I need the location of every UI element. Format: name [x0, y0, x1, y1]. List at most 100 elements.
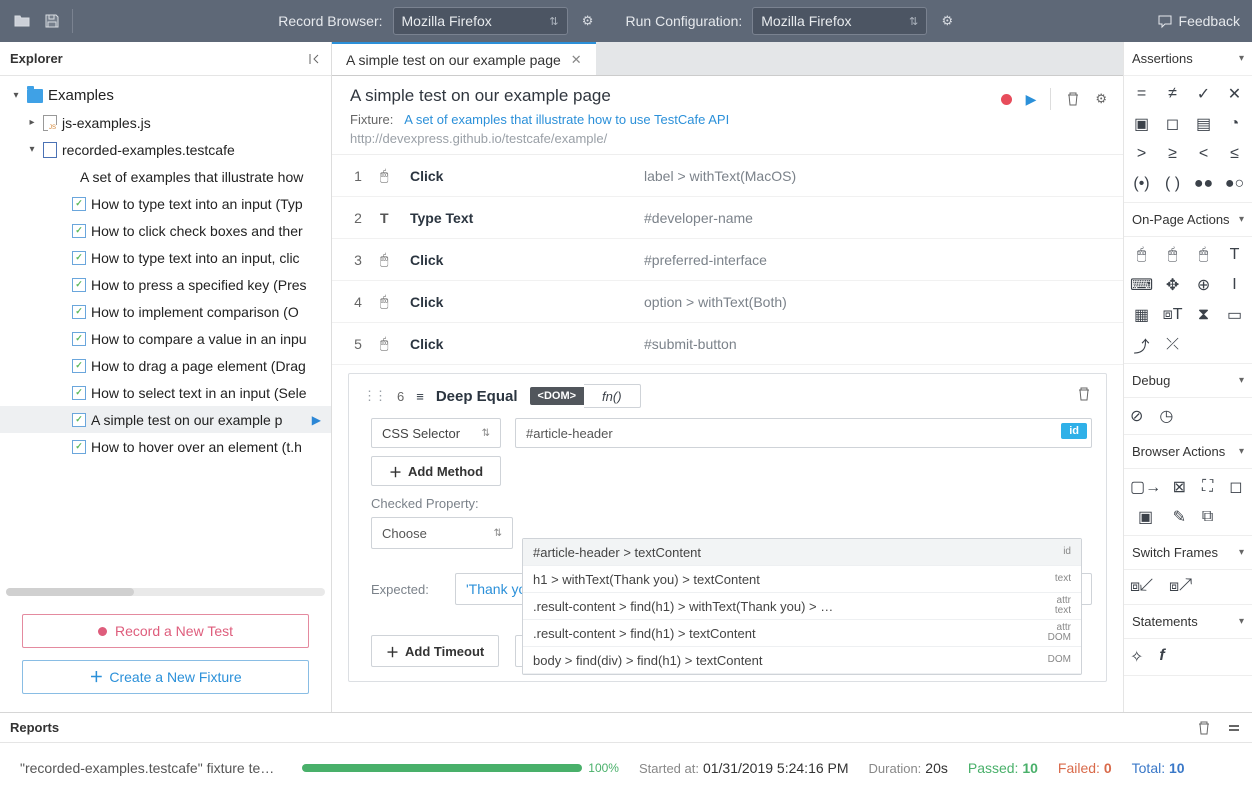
- collapse-left-icon[interactable]: [307, 52, 321, 66]
- fixture-link[interactable]: A set of examples that illustrate how to…: [404, 112, 729, 127]
- select-text-icon[interactable]: I: [1223, 275, 1246, 295]
- switch-to-iframe-icon[interactable]: ⧈↙: [1130, 578, 1153, 596]
- navigate-icon[interactable]: ▢→: [1130, 477, 1161, 497]
- not-typeof-icon[interactable]: ●○: [1223, 174, 1246, 194]
- chevron-down-icon[interactable]: ▾: [26, 144, 38, 155]
- close-icon[interactable]: ✕: [571, 52, 582, 68]
- suggestion-item[interactable]: .result-content > find(h1) > withText(Th…: [523, 593, 1081, 620]
- match-icon[interactable]: ▤: [1192, 114, 1215, 134]
- play-icon[interactable]: ▶: [312, 413, 321, 427]
- suggestion-item[interactable]: #article-header > textContentid: [523, 539, 1081, 566]
- editor-tab[interactable]: A simple test on our example page ✕: [332, 42, 596, 75]
- select-editable-icon[interactable]: ▦: [1130, 305, 1153, 325]
- selector-input[interactable]: #article-header: [515, 418, 1092, 448]
- record-browser-dropdown[interactable]: Mozilla Firefox ⇅: [393, 7, 568, 35]
- assertions-panel-header[interactable]: Assertions▾: [1124, 42, 1252, 76]
- test-item[interactable]: A simple test on our example p▶: [0, 406, 331, 433]
- chevron-right-icon[interactable]: ▸: [26, 117, 38, 128]
- statements-header[interactable]: Statements▾: [1124, 605, 1252, 639]
- sketch-icon[interactable]: ✎: [1169, 507, 1189, 527]
- not-match-icon[interactable]: ◔: [1223, 114, 1246, 134]
- switch-frames-header[interactable]: Switch Frames▾: [1124, 536, 1252, 570]
- tree-folder[interactable]: ▾ Examples: [0, 82, 331, 109]
- hover-icon[interactable]: ▭: [1223, 305, 1246, 325]
- lte-icon[interactable]: ≤: [1223, 144, 1246, 164]
- equals-icon[interactable]: =: [1130, 84, 1153, 104]
- resize-to-fit-icon[interactable]: ⧉: [1197, 507, 1217, 527]
- run-config-dropdown[interactable]: Mozilla Firefox ⇅: [752, 7, 927, 35]
- maximize-icon[interactable]: ◻: [1226, 477, 1246, 497]
- clear-upload-icon[interactable]: ⤫: [1161, 335, 1184, 355]
- collapse-reports-icon[interactable]: [1226, 720, 1242, 736]
- tree-file-js[interactable]: ▸ js-examples.js: [0, 109, 331, 136]
- define-element-icon[interactable]: ✧: [1130, 647, 1143, 667]
- resize-icon[interactable]: ⛶: [1197, 477, 1217, 497]
- test-item[interactable]: How to press a specified key (Pres: [0, 271, 331, 298]
- test-item[interactable]: How to type text into an input, clic: [0, 244, 331, 271]
- fn-option[interactable]: fn(): [584, 384, 641, 408]
- chevron-down-icon[interactable]: ▾: [10, 90, 22, 101]
- lt-icon[interactable]: <: [1192, 144, 1215, 164]
- not-equals-icon[interactable]: ≠: [1161, 84, 1184, 104]
- browser-actions-header[interactable]: Browser Actions▾: [1124, 435, 1252, 469]
- gt-icon[interactable]: >: [1130, 144, 1153, 164]
- suggestion-item[interactable]: h1 > withText(Thank you) > textContentte…: [523, 566, 1081, 593]
- step-row[interactable]: 3🖱Click#preferred-interface: [332, 239, 1123, 281]
- drag-handle-icon[interactable]: ⋮⋮: [363, 388, 385, 404]
- switch-to-main-icon[interactable]: ⧈↗: [1169, 578, 1192, 596]
- type-text-icon[interactable]: T: [1223, 245, 1246, 265]
- within-icon[interactable]: (•): [1130, 174, 1153, 194]
- checked-property-dropdown[interactable]: Choose ⇅: [371, 517, 513, 549]
- typeof-icon[interactable]: ●●: [1192, 174, 1215, 194]
- test-item[interactable]: How to type text into an input (Typ: [0, 190, 331, 217]
- not-ok-icon[interactable]: ✕: [1223, 84, 1246, 104]
- debug-panel-header[interactable]: Debug▾: [1124, 364, 1252, 398]
- dom-fn-toggle[interactable]: <DOM> fn(): [530, 384, 641, 408]
- onpage-panel-header[interactable]: On-Page Actions▾: [1124, 203, 1252, 237]
- selector-type-dropdown[interactable]: CSS Selector ⇅: [371, 418, 501, 448]
- test-item[interactable]: How to select text in an input (Sele: [0, 379, 331, 406]
- tree-file-testcafe[interactable]: ▾ recorded-examples.testcafe: [0, 136, 331, 163]
- define-function-icon[interactable]: f: [1159, 647, 1164, 667]
- step-row[interactable]: 2TType Text#developer-name: [332, 197, 1123, 239]
- ok-icon[interactable]: ✓: [1192, 84, 1215, 104]
- trash-icon[interactable]: [1065, 91, 1081, 107]
- upload-icon[interactable]: ⤴: [1130, 335, 1153, 355]
- press-key-icon[interactable]: ⌨: [1130, 275, 1153, 295]
- test-item[interactable]: How to click check boxes and ther: [0, 217, 331, 244]
- drag-icon[interactable]: ✥: [1161, 275, 1184, 295]
- explorer-horizontal-scrollbar[interactable]: [6, 588, 325, 596]
- feedback-button[interactable]: Feedback: [1157, 13, 1240, 29]
- clear-reports-icon[interactable]: [1196, 720, 1212, 736]
- test-item[interactable]: How to compare a value in an inpu: [0, 325, 331, 352]
- record-indicator-icon[interactable]: [1001, 94, 1012, 105]
- debug-icon[interactable]: ⊘: [1130, 406, 1143, 426]
- dblclick-icon[interactable]: 🖱: [1192, 245, 1215, 265]
- drag-to-icon[interactable]: ⊕: [1192, 275, 1215, 295]
- gear-icon[interactable]: ⚙: [1095, 91, 1107, 107]
- close-window-icon[interactable]: ⊠: [1169, 477, 1189, 497]
- rclick-icon[interactable]: 🖱: [1161, 245, 1184, 265]
- step-row[interactable]: 4🖱Clickoption > withText(Both): [332, 281, 1123, 323]
- record-settings-gear-icon[interactable]: ⚙: [578, 11, 598, 31]
- report-run-name[interactable]: "recorded-examples.testcafe" fixture te…: [20, 760, 274, 776]
- save-icon[interactable]: [42, 11, 62, 31]
- click-icon[interactable]: 🖱: [1130, 245, 1153, 265]
- speed-icon[interactable]: ◷: [1159, 406, 1173, 426]
- open-folder-icon[interactable]: [12, 11, 32, 31]
- screenshot-icon[interactable]: ▣: [1130, 507, 1161, 527]
- not-contains-icon[interactable]: ◻: [1161, 114, 1184, 134]
- record-new-test-button[interactable]: Record a New Test: [22, 614, 309, 648]
- suggestion-item[interactable]: body > find(div) > find(h1) > textConten…: [523, 647, 1081, 674]
- run-settings-gear-icon[interactable]: ⚙: [937, 11, 957, 31]
- step-row[interactable]: 5🖱Click#submit-button: [332, 323, 1123, 365]
- not-within-icon[interactable]: ( ): [1161, 174, 1184, 194]
- test-item[interactable]: How to implement comparison (O: [0, 298, 331, 325]
- play-icon[interactable]: ▶: [1026, 91, 1037, 108]
- test-item[interactable]: How to hover over an element (t.h: [0, 433, 331, 460]
- step-row[interactable]: 1🖱Clicklabel > withText(MacOS): [332, 155, 1123, 197]
- test-item[interactable]: How to drag a page element (Drag: [0, 352, 331, 379]
- contains-icon[interactable]: ▣: [1130, 114, 1153, 134]
- wait-icon[interactable]: ⧗: [1192, 305, 1215, 325]
- suggestion-item[interactable]: .result-content > find(h1) > textContent…: [523, 620, 1081, 647]
